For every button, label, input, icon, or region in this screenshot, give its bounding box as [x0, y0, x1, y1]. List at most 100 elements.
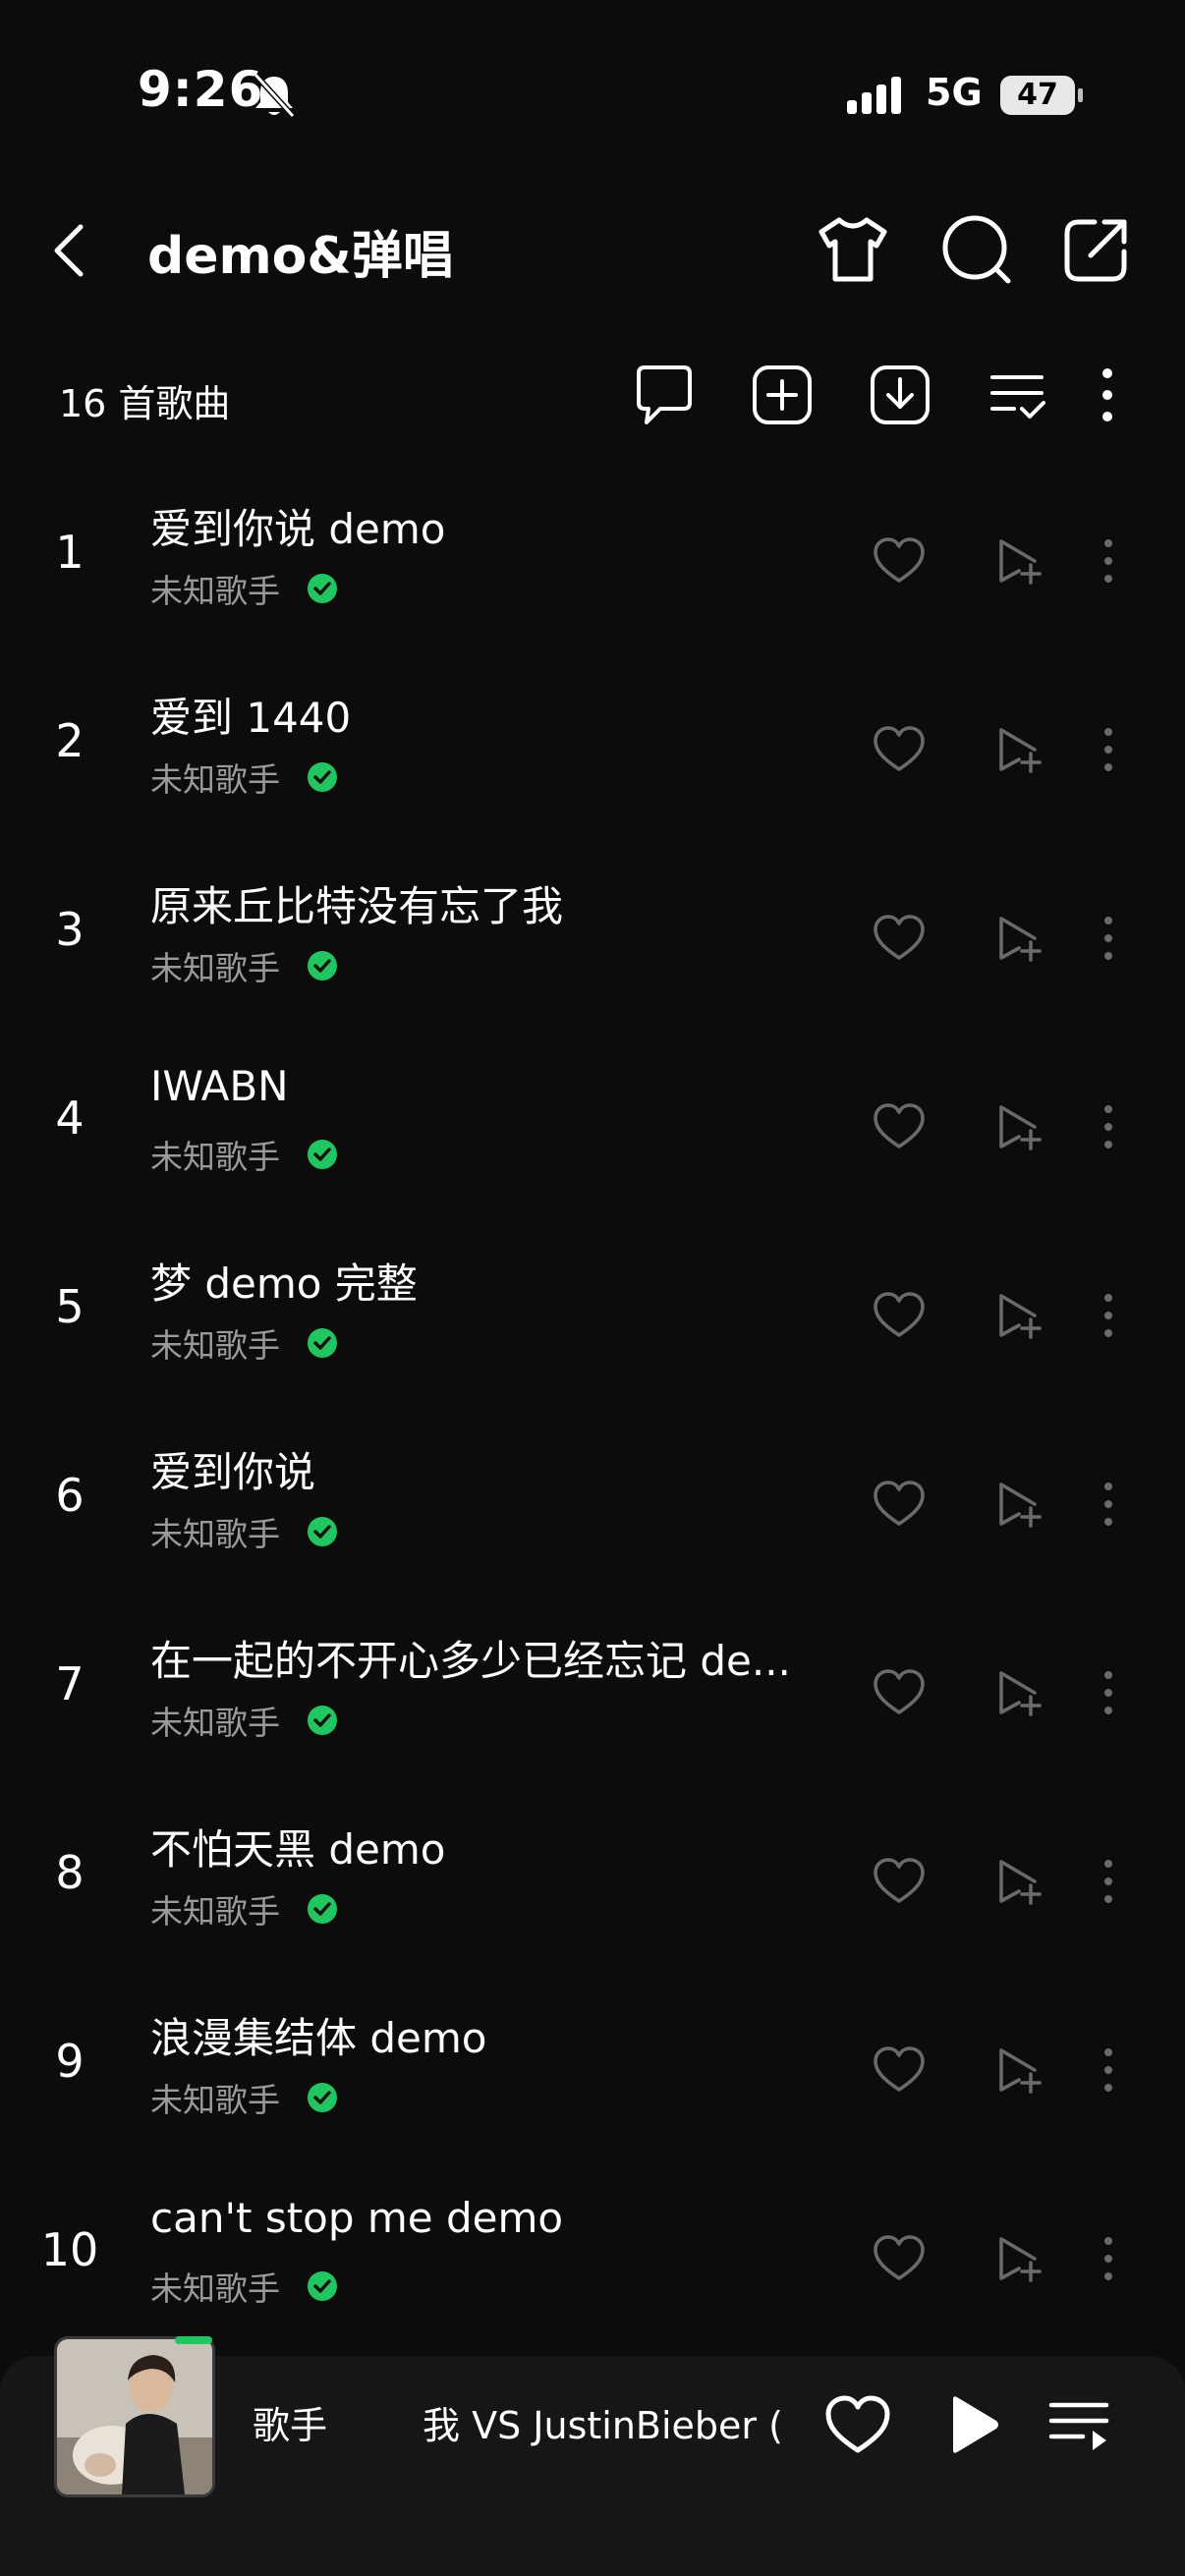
song-artist: 未知歌手: [150, 1892, 280, 1931]
verified-check-icon: [308, 1140, 337, 1169]
play-next-icon[interactable]: [995, 1856, 1044, 1911]
play-next-icon[interactable]: [995, 913, 1044, 968]
row-more-icon[interactable]: [1097, 1667, 1120, 1722]
song-row[interactable]: 5 梦 demo 完整 未知歌手: [0, 1221, 1185, 1410]
song-title: 在一起的不开心多少已经忘记 de...: [150, 1637, 791, 1685]
heart-icon[interactable]: [872, 2233, 927, 2288]
play-next-icon[interactable]: [995, 1667, 1044, 1722]
song-row[interactable]: 4 IWABN 未知歌手: [0, 1033, 1185, 1221]
verified-check-icon: [308, 762, 337, 792]
download-icon[interactable]: [869, 364, 931, 430]
row-more-icon[interactable]: [1097, 1290, 1120, 1345]
song-index: 8: [55, 1846, 85, 1899]
play-next-icon[interactable]: [995, 1479, 1044, 1534]
heart-icon[interactable]: [872, 1667, 927, 1722]
queue-icon[interactable]: [1047, 2397, 1110, 2460]
bell-muted-icon: [252, 71, 297, 124]
album-cover[interactable]: [54, 2336, 215, 2497]
song-title: 爱到你说 demo: [150, 505, 446, 553]
more-options-icon[interactable]: [1093, 364, 1122, 430]
song-row[interactable]: 6 爱到你说 未知歌手: [0, 1410, 1185, 1598]
song-artist: 未知歌手: [150, 949, 280, 987]
row-more-icon[interactable]: [1097, 535, 1120, 590]
heart-icon[interactable]: [872, 724, 927, 779]
verified-check-icon: [308, 1328, 337, 1358]
page-title: demo&弹唱: [147, 227, 454, 286]
heart-icon[interactable]: [872, 1479, 927, 1534]
row-more-icon[interactable]: [1097, 1479, 1120, 1534]
song-count: 16 首歌曲: [59, 382, 231, 425]
song-row[interactable]: 10 can't stop me demo 未知歌手: [0, 2164, 1185, 2353]
share-icon[interactable]: [1061, 214, 1132, 289]
song-title: 爱到你说: [150, 1448, 316, 1496]
song-artist: 未知歌手: [150, 2269, 280, 2308]
battery-level: 47: [1000, 76, 1075, 115]
song-index: 5: [55, 1280, 85, 1333]
list-toolbar: 16 首歌曲: [0, 354, 1185, 442]
song-row[interactable]: 8 不怕天黑 demo 未知歌手: [0, 1787, 1185, 1976]
song-index: 3: [55, 903, 85, 956]
row-more-icon[interactable]: [1097, 913, 1120, 968]
play-next-icon[interactable]: [995, 1101, 1044, 1156]
verified-check-icon: [308, 2271, 337, 2301]
song-artist: 未知歌手: [150, 2081, 280, 2119]
song-index: 7: [55, 1657, 85, 1710]
row-more-icon[interactable]: [1097, 2233, 1120, 2288]
song-row[interactable]: 1 爱到你说 demo 未知歌手: [0, 467, 1185, 655]
song-artist: 未知歌手: [150, 1515, 280, 1553]
player-scroll-text: 我 VS JustinBieber (: [423, 2404, 783, 2447]
player-heart-icon[interactable]: [823, 2393, 892, 2460]
status-time: 9:26: [138, 61, 264, 118]
song-artist: 未知歌手: [150, 760, 280, 799]
tshirt-icon[interactable]: [814, 214, 892, 289]
song-title: 不怕天黑 demo: [150, 1825, 446, 1874]
song-title: 原来丘比特没有忘了我: [150, 882, 564, 930]
row-more-icon[interactable]: [1097, 2044, 1120, 2100]
heart-icon[interactable]: [872, 913, 927, 968]
heart-icon[interactable]: [872, 1290, 927, 1345]
status-bar: 9:26 5G 47: [0, 0, 1185, 187]
song-row[interactable]: 3 原来丘比特没有忘了我 未知歌手: [0, 844, 1185, 1033]
song-index: 1: [55, 526, 85, 579]
player-title: 歌手: [253, 2404, 328, 2447]
song-title: IWABN: [150, 1062, 289, 1110]
heart-icon[interactable]: [872, 1101, 927, 1156]
multi-select-icon[interactable]: [987, 364, 1049, 430]
song-artist: 未知歌手: [150, 1138, 280, 1176]
verified-check-icon: [308, 951, 337, 980]
play-next-icon[interactable]: [995, 1290, 1044, 1345]
song-title: 浪漫集结体 demo: [150, 2014, 487, 2062]
play-next-icon[interactable]: [995, 535, 1044, 590]
play-next-icon[interactable]: [995, 2233, 1044, 2288]
mini-player[interactable]: 歌手 我 VS JustinBieber (: [0, 2336, 1185, 2576]
comment-icon[interactable]: [631, 364, 698, 432]
song-row[interactable]: 9 浪漫集结体 demo 未知歌手: [0, 1976, 1185, 2164]
play-next-icon[interactable]: [995, 724, 1044, 779]
network-type: 5G: [926, 71, 983, 114]
row-more-icon[interactable]: [1097, 1101, 1120, 1156]
song-index: 4: [55, 1092, 85, 1145]
verified-check-icon: [308, 1706, 337, 1735]
search-icon[interactable]: [939, 214, 1014, 289]
row-more-icon[interactable]: [1097, 724, 1120, 779]
heart-icon[interactable]: [872, 1856, 927, 1911]
heart-icon[interactable]: [872, 2044, 927, 2100]
play-icon[interactable]: [945, 2393, 1000, 2460]
back-icon[interactable]: [49, 221, 88, 284]
cover-accent: [175, 2336, 212, 2344]
song-index: 9: [55, 2035, 85, 2088]
verified-check-icon: [308, 1517, 337, 1546]
verified-check-icon: [308, 574, 337, 603]
heart-icon[interactable]: [872, 535, 927, 590]
song-row[interactable]: 7 在一起的不开心多少已经忘记 de... 未知歌手: [0, 1598, 1185, 1787]
row-more-icon[interactable]: [1097, 1856, 1120, 1911]
song-index: 2: [55, 714, 85, 767]
add-to-playlist-icon[interactable]: [751, 364, 814, 430]
song-row[interactable]: 2 爱到 1440 未知歌手: [0, 655, 1185, 844]
header: demo&弹唱: [0, 196, 1185, 305]
play-next-icon[interactable]: [995, 2044, 1044, 2100]
battery-tip: [1078, 88, 1083, 102]
verified-check-icon: [308, 2083, 337, 2112]
song-artist: 未知歌手: [150, 572, 280, 610]
song-title: can't stop me demo: [150, 2194, 564, 2242]
